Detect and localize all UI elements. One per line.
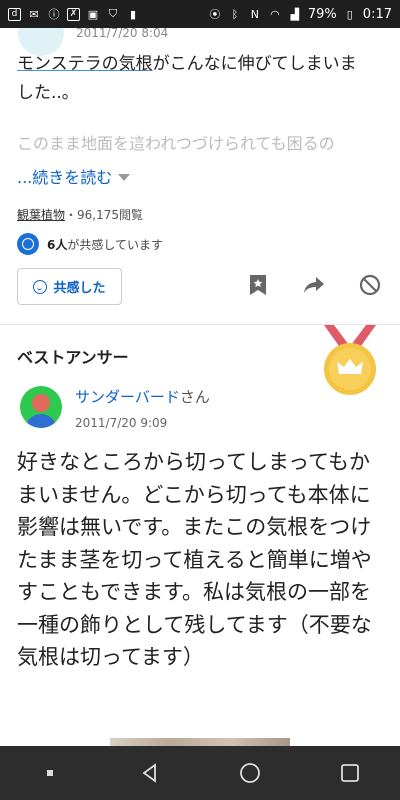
page-content: 2011/7/20 8:04 モンステラの気根がこんなに伸びてしまいました..。… bbox=[0, 28, 400, 746]
nfc-icon: N bbox=[250, 7, 259, 21]
question-meta: 観葉植物・96,175閲覧 bbox=[17, 206, 143, 223]
empathy-icon bbox=[17, 233, 39, 255]
view-count: ・96,175閲覧 bbox=[65, 208, 144, 222]
medal-icon bbox=[324, 325, 376, 395]
status-bar: d ✉ ⓘ ✗ ▣ ⛉ ▮ ⦿ ᛒ N ◠ ▟ 79% ▯ 0:17 bbox=[0, 0, 400, 28]
question-text: モンステラの気根がこんなに伸びてしまいました..。 bbox=[17, 50, 387, 108]
honorific: さん bbox=[179, 388, 210, 406]
battery-saver-icon: ▮ bbox=[129, 7, 137, 21]
answer-text: 好きなところから切ってしまってもかまいません。どこから切っても本体に影響は無いで… bbox=[17, 450, 372, 669]
answerer-name[interactable]: サンダーバードさん bbox=[75, 386, 210, 407]
empathy-count: 6人 bbox=[47, 237, 68, 252]
read-more-link[interactable]: ...続きを読む bbox=[17, 164, 131, 188]
bookmark-icon[interactable] bbox=[246, 273, 270, 297]
answer-image-thumbnail[interactable] bbox=[110, 738, 290, 746]
clock: 0:17 bbox=[362, 6, 392, 22]
back-button[interactable] bbox=[130, 753, 170, 793]
bluetooth-icon: ᛒ bbox=[231, 7, 239, 21]
empathy-button-label: 共感した bbox=[53, 281, 106, 296]
question-faded-text: このまま地面を這われつづけられても困るの bbox=[17, 134, 335, 153]
best-answer-title: ベストアンサー bbox=[17, 348, 129, 367]
info-icon: ⓘ bbox=[48, 8, 60, 21]
question-text-1: がこんなに伸びてしまいま bbox=[152, 54, 357, 74]
empathy-button[interactable]: 共感した bbox=[17, 268, 122, 305]
navigation-bar bbox=[0, 746, 400, 800]
block-icon[interactable] bbox=[358, 273, 382, 297]
smile-icon bbox=[33, 279, 48, 294]
mark-icon: ✗ bbox=[67, 7, 80, 21]
battery-icon: ▯ bbox=[346, 7, 353, 21]
answerer-avatar[interactable] bbox=[20, 386, 62, 428]
action-icons bbox=[246, 273, 382, 297]
signal-icon: ▟ bbox=[290, 7, 300, 21]
category-link[interactable]: 観葉植物 bbox=[17, 208, 65, 222]
image-icon: ▣ bbox=[87, 7, 99, 21]
empathy-suffix: が共感しています bbox=[67, 237, 164, 252]
app-d-icon: d bbox=[8, 7, 21, 21]
recent-apps-button[interactable] bbox=[330, 753, 370, 793]
question-text-2: した..。 bbox=[17, 83, 79, 103]
read-more-label: ...続きを読む bbox=[17, 168, 113, 187]
location-icon: ⦿ bbox=[209, 8, 221, 21]
notification-icons: d ✉ ⓘ ✗ ▣ ⛉ ▮ bbox=[8, 7, 140, 21]
home-button[interactable] bbox=[230, 753, 270, 793]
recent-dot-button[interactable] bbox=[30, 753, 70, 793]
wifi-icon: ◠ bbox=[270, 7, 280, 21]
mail-icon: ✉ bbox=[29, 7, 39, 21]
answerer-name-text: サンダーバード bbox=[75, 388, 180, 406]
shield-icon: ⛉ bbox=[108, 7, 118, 20]
chevron-down-icon bbox=[118, 173, 131, 181]
system-icons: ⦿ ᛒ N ◠ ▟ 79% ▯ 0:17 bbox=[208, 7, 392, 22]
battery-percent: 79% bbox=[307, 6, 337, 22]
question-keyword-link[interactable]: モンステラの気根 bbox=[17, 54, 153, 74]
empathy-summary: 6人が共感しています bbox=[17, 233, 163, 255]
answer-date: 2011/7/20 9:09 bbox=[75, 416, 168, 430]
prev-date: 2011/7/20 8:04 bbox=[76, 28, 169, 40]
share-icon[interactable] bbox=[302, 273, 326, 297]
